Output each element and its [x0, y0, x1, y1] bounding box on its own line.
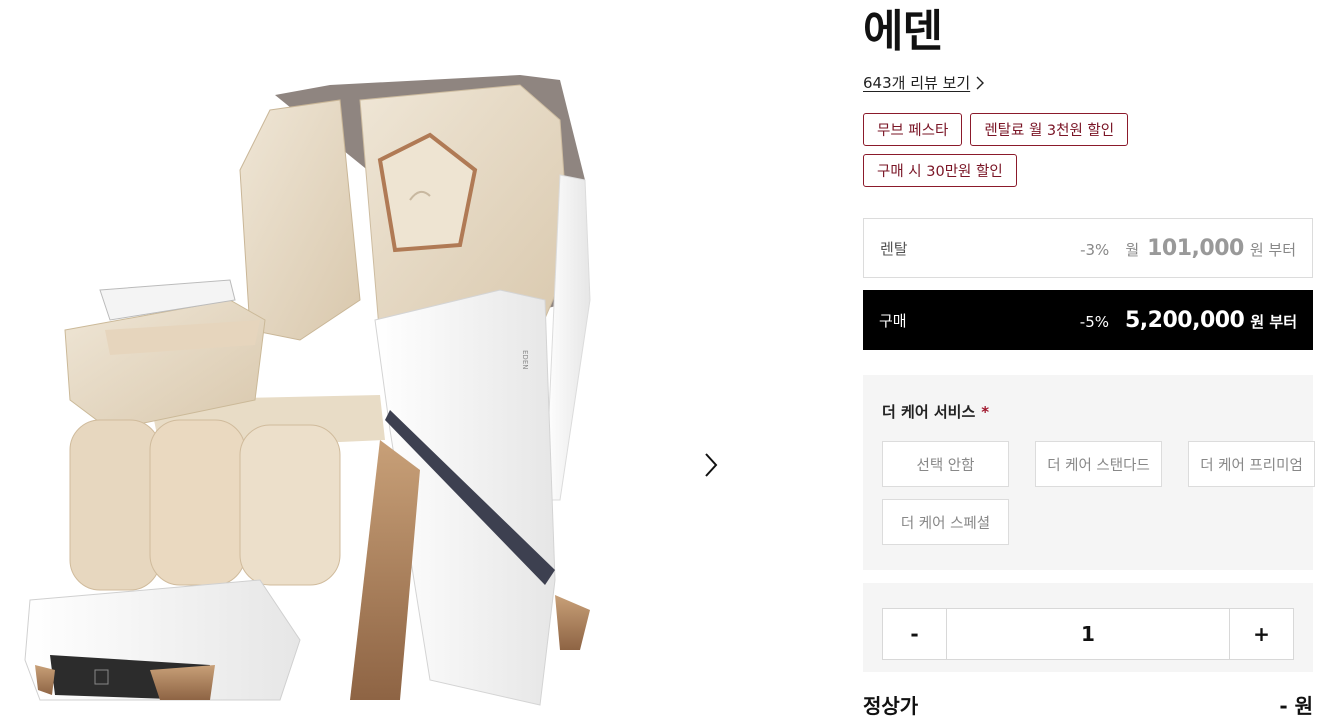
required-mark: * [981, 403, 990, 421]
care-service-title: 더 케어 서비스 * [882, 401, 1294, 422]
care-option-special[interactable]: 더 케어 스페셜 [882, 499, 1009, 545]
care-option-premium[interactable]: 더 케어 프리미엄 [1188, 441, 1315, 487]
promo-tag: 구매 시 30만원 할인 [863, 154, 1017, 187]
review-link-label: 643개 리뷰 보기 [863, 74, 971, 92]
quantity-increase-button[interactable]: + [1230, 609, 1293, 659]
buy-label: 구매 [879, 311, 907, 330]
chevron-right-icon [705, 453, 718, 477]
care-service-options: 선택 안함 더 케어 스탠다드 더 케어 프리미엄 더 케어 스페셜 [882, 441, 1315, 545]
care-service-section: 더 케어 서비스 * 선택 안함 더 케어 스탠다드 더 케어 프리미엄 더 케어… [863, 375, 1315, 570]
rental-period: 월 [1125, 240, 1140, 259]
buy-price: -5% 5,200,000 원 부터 [1080, 308, 1297, 333]
quantity-stepper: - + [882, 608, 1294, 660]
care-option-standard[interactable]: 더 케어 스탠다드 [1035, 441, 1162, 487]
promo-tags: 무브 페스타 렌탈료 월 3천원 할인 구매 시 30만원 할인 [863, 113, 1163, 187]
quantity-input[interactable] [946, 609, 1230, 659]
product-info-panel: 에덴 643개 리뷰 보기 무브 페스타 렌탈료 월 3천원 할인 구매 시 3… [863, 0, 1315, 716]
rental-price: -3% 월 101,000 원 부터 [1080, 236, 1296, 261]
promo-tag: 렌탈료 월 3천원 할인 [970, 113, 1129, 146]
product-gallery: EDEN [0, 0, 740, 716]
rental-label: 렌탈 [880, 239, 908, 258]
regular-price-label: 정상가 [863, 694, 919, 716]
rental-price-option[interactable]: 렌탈 -3% 월 101,000 원 부터 [863, 218, 1313, 278]
buy-price-option[interactable]: 구매 -5% 5,200,000 원 부터 [863, 290, 1313, 350]
quantity-decrease-button[interactable]: - [883, 609, 946, 659]
promo-tag: 무브 페스타 [863, 113, 963, 146]
quantity-section: - + [863, 583, 1313, 672]
regular-price-row: 정상가 - 원 [863, 690, 1313, 716]
buy-discount: -5% [1079, 312, 1109, 331]
chevron-right-icon [976, 76, 985, 89]
gallery-next-button[interactable] [696, 448, 726, 482]
rental-amount: 101,000 [1147, 235, 1244, 261]
buy-amount: 5,200,000 [1125, 307, 1245, 333]
care-service-title-text: 더 케어 서비스 [882, 403, 976, 421]
product-title: 에덴 [863, 6, 943, 57]
brand-logo-text: EDEN [521, 350, 529, 369]
product-image-massage-chair: EDEN [24, 75, 591, 706]
buy-unit: 원 부터 [1250, 312, 1297, 331]
regular-price-value: - 원 [1279, 694, 1313, 716]
review-link[interactable]: 643개 리뷰 보기 [863, 72, 985, 93]
care-option-none[interactable]: 선택 안함 [882, 441, 1009, 487]
rental-unit: 원 부터 [1249, 240, 1296, 259]
rental-discount: -3% [1080, 240, 1110, 259]
